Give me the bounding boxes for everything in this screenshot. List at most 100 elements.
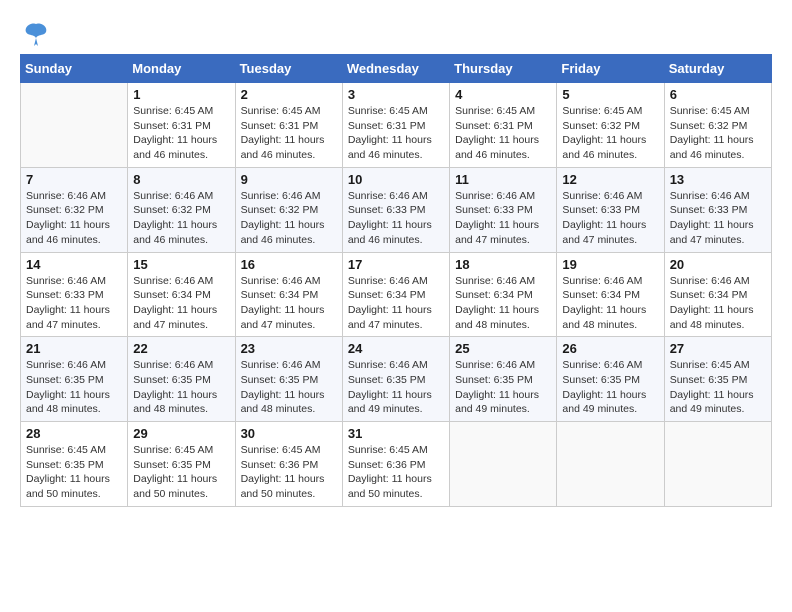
- calendar-cell: [664, 422, 771, 507]
- column-header-thursday: Thursday: [450, 55, 557, 83]
- calendar-cell: 9 Sunrise: 6:46 AMSunset: 6:32 PMDaylight…: [235, 167, 342, 252]
- column-header-tuesday: Tuesday: [235, 55, 342, 83]
- calendar-cell: 23 Sunrise: 6:46 AMSunset: 6:35 PMDayligh…: [235, 337, 342, 422]
- day-number: 4: [455, 87, 551, 102]
- day-number: 5: [562, 87, 658, 102]
- calendar-cell: 8 Sunrise: 6:46 AMSunset: 6:32 PMDaylight…: [128, 167, 235, 252]
- day-number: 30: [241, 426, 337, 441]
- day-info: Sunrise: 6:46 AMSunset: 6:32 PMDaylight:…: [26, 189, 122, 248]
- day-info: Sunrise: 6:45 AMSunset: 6:31 PMDaylight:…: [241, 104, 337, 163]
- day-number: 12: [562, 172, 658, 187]
- day-info: Sunrise: 6:46 AMSunset: 6:33 PMDaylight:…: [562, 189, 658, 248]
- calendar-body: 1 Sunrise: 6:45 AMSunset: 6:31 PMDaylight…: [21, 83, 772, 507]
- logo: [20, 20, 50, 44]
- day-number: 20: [670, 257, 766, 272]
- calendar-cell: 31 Sunrise: 6:45 AMSunset: 6:36 PMDayligh…: [342, 422, 449, 507]
- day-info: Sunrise: 6:46 AMSunset: 6:35 PMDaylight:…: [455, 358, 551, 417]
- day-info: Sunrise: 6:45 AMSunset: 6:35 PMDaylight:…: [133, 443, 229, 502]
- day-info: Sunrise: 6:45 AMSunset: 6:35 PMDaylight:…: [26, 443, 122, 502]
- calendar-cell: 1 Sunrise: 6:45 AMSunset: 6:31 PMDaylight…: [128, 83, 235, 168]
- week-row-1: 1 Sunrise: 6:45 AMSunset: 6:31 PMDaylight…: [21, 83, 772, 168]
- header-row: SundayMondayTuesdayWednesdayThursdayFrid…: [21, 55, 772, 83]
- day-info: Sunrise: 6:45 AMSunset: 6:31 PMDaylight:…: [348, 104, 444, 163]
- calendar-cell: 7Sunrise: 6:46 AMSunset: 6:32 PMDaylight…: [21, 167, 128, 252]
- day-number: 13: [670, 172, 766, 187]
- calendar-cell: 4 Sunrise: 6:45 AMSunset: 6:31 PMDaylight…: [450, 83, 557, 168]
- calendar-cell: 5 Sunrise: 6:45 AMSunset: 6:32 PMDaylight…: [557, 83, 664, 168]
- week-row-2: 7Sunrise: 6:46 AMSunset: 6:32 PMDaylight…: [21, 167, 772, 252]
- day-info: Sunrise: 6:46 AMSunset: 6:34 PMDaylight:…: [670, 274, 766, 333]
- day-number: 8: [133, 172, 229, 187]
- calendar-cell: [21, 83, 128, 168]
- day-info: Sunrise: 6:45 AMSunset: 6:31 PMDaylight:…: [455, 104, 551, 163]
- calendar-cell: 6 Sunrise: 6:45 AMSunset: 6:32 PMDaylight…: [664, 83, 771, 168]
- day-number: 26: [562, 341, 658, 356]
- day-number: 23: [241, 341, 337, 356]
- calendar-cell: 20 Sunrise: 6:46 AMSunset: 6:34 PMDayligh…: [664, 252, 771, 337]
- day-number: 3: [348, 87, 444, 102]
- day-info: Sunrise: 6:45 AMSunset: 6:36 PMDaylight:…: [241, 443, 337, 502]
- day-info: Sunrise: 6:46 AMSunset: 6:33 PMDaylight:…: [670, 189, 766, 248]
- day-info: Sunrise: 6:45 AMSunset: 6:31 PMDaylight:…: [133, 104, 229, 163]
- day-number: 14: [26, 257, 122, 272]
- day-number: 25: [455, 341, 551, 356]
- column-header-wednesday: Wednesday: [342, 55, 449, 83]
- day-number: 24: [348, 341, 444, 356]
- calendar-cell: 29 Sunrise: 6:45 AMSunset: 6:35 PMDayligh…: [128, 422, 235, 507]
- day-info: Sunrise: 6:45 AMSunset: 6:35 PMDaylight:…: [670, 358, 766, 417]
- calendar-cell: 24 Sunrise: 6:46 AMSunset: 6:35 PMDayligh…: [342, 337, 449, 422]
- day-info: Sunrise: 6:46 AMSunset: 6:33 PMDaylight:…: [348, 189, 444, 248]
- week-row-4: 21 Sunrise: 6:46 AMSunset: 6:35 PMDayligh…: [21, 337, 772, 422]
- day-info: Sunrise: 6:45 AMSunset: 6:36 PMDaylight:…: [348, 443, 444, 502]
- week-row-3: 14 Sunrise: 6:46 AMSunset: 6:33 PMDayligh…: [21, 252, 772, 337]
- week-row-5: 28Sunrise: 6:45 AMSunset: 6:35 PMDayligh…: [21, 422, 772, 507]
- day-info: Sunrise: 6:46 AMSunset: 6:34 PMDaylight:…: [241, 274, 337, 333]
- calendar-cell: 3 Sunrise: 6:45 AMSunset: 6:31 PMDaylight…: [342, 83, 449, 168]
- calendar-cell: [450, 422, 557, 507]
- calendar-cell: 17 Sunrise: 6:46 AMSunset: 6:34 PMDayligh…: [342, 252, 449, 337]
- calendar-cell: 12 Sunrise: 6:46 AMSunset: 6:33 PMDayligh…: [557, 167, 664, 252]
- day-info: Sunrise: 6:46 AMSunset: 6:35 PMDaylight:…: [241, 358, 337, 417]
- day-number: 1: [133, 87, 229, 102]
- day-info: Sunrise: 6:46 AMSunset: 6:34 PMDaylight:…: [562, 274, 658, 333]
- column-header-saturday: Saturday: [664, 55, 771, 83]
- day-number: 17: [348, 257, 444, 272]
- calendar-cell: [557, 422, 664, 507]
- calendar-table: SundayMondayTuesdayWednesdayThursdayFrid…: [20, 54, 772, 507]
- day-number: 21: [26, 341, 122, 356]
- calendar-cell: 16 Sunrise: 6:46 AMSunset: 6:34 PMDayligh…: [235, 252, 342, 337]
- day-info: Sunrise: 6:46 AMSunset: 6:34 PMDaylight:…: [133, 274, 229, 333]
- page-header: [20, 20, 772, 44]
- calendar-cell: 13 Sunrise: 6:46 AMSunset: 6:33 PMDayligh…: [664, 167, 771, 252]
- day-info: Sunrise: 6:46 AMSunset: 6:33 PMDaylight:…: [455, 189, 551, 248]
- day-info: Sunrise: 6:46 AMSunset: 6:34 PMDaylight:…: [348, 274, 444, 333]
- calendar-cell: 18Sunrise: 6:46 AMSunset: 6:34 PMDayligh…: [450, 252, 557, 337]
- calendar-cell: 28Sunrise: 6:45 AMSunset: 6:35 PMDayligh…: [21, 422, 128, 507]
- day-info: Sunrise: 6:46 AMSunset: 6:33 PMDaylight:…: [26, 274, 122, 333]
- day-number: 9: [241, 172, 337, 187]
- column-header-friday: Friday: [557, 55, 664, 83]
- calendar-cell: 30 Sunrise: 6:45 AMSunset: 6:36 PMDayligh…: [235, 422, 342, 507]
- day-info: Sunrise: 6:45 AMSunset: 6:32 PMDaylight:…: [670, 104, 766, 163]
- calendar-cell: 22Sunrise: 6:46 AMSunset: 6:35 PMDayligh…: [128, 337, 235, 422]
- day-number: 27: [670, 341, 766, 356]
- calendar-cell: 26Sunrise: 6:46 AMSunset: 6:35 PMDayligh…: [557, 337, 664, 422]
- day-info: Sunrise: 6:46 AMSunset: 6:32 PMDaylight:…: [241, 189, 337, 248]
- column-header-monday: Monday: [128, 55, 235, 83]
- calendar-cell: 21 Sunrise: 6:46 AMSunset: 6:35 PMDayligh…: [21, 337, 128, 422]
- day-number: 22: [133, 341, 229, 356]
- day-info: Sunrise: 6:46 AMSunset: 6:35 PMDaylight:…: [26, 358, 122, 417]
- day-number: 6: [670, 87, 766, 102]
- day-number: 2: [241, 87, 337, 102]
- day-number: 31: [348, 426, 444, 441]
- logo-bird-icon: [22, 20, 50, 48]
- day-number: 19: [562, 257, 658, 272]
- day-number: 29: [133, 426, 229, 441]
- day-number: 16: [241, 257, 337, 272]
- day-number: 10: [348, 172, 444, 187]
- day-number: 15: [133, 257, 229, 272]
- day-info: Sunrise: 6:46 AMSunset: 6:35 PMDaylight:…: [348, 358, 444, 417]
- calendar-cell: 14 Sunrise: 6:46 AMSunset: 6:33 PMDayligh…: [21, 252, 128, 337]
- day-info: Sunrise: 6:45 AMSunset: 6:32 PMDaylight:…: [562, 104, 658, 163]
- day-info: Sunrise: 6:46 AMSunset: 6:32 PMDaylight:…: [133, 189, 229, 248]
